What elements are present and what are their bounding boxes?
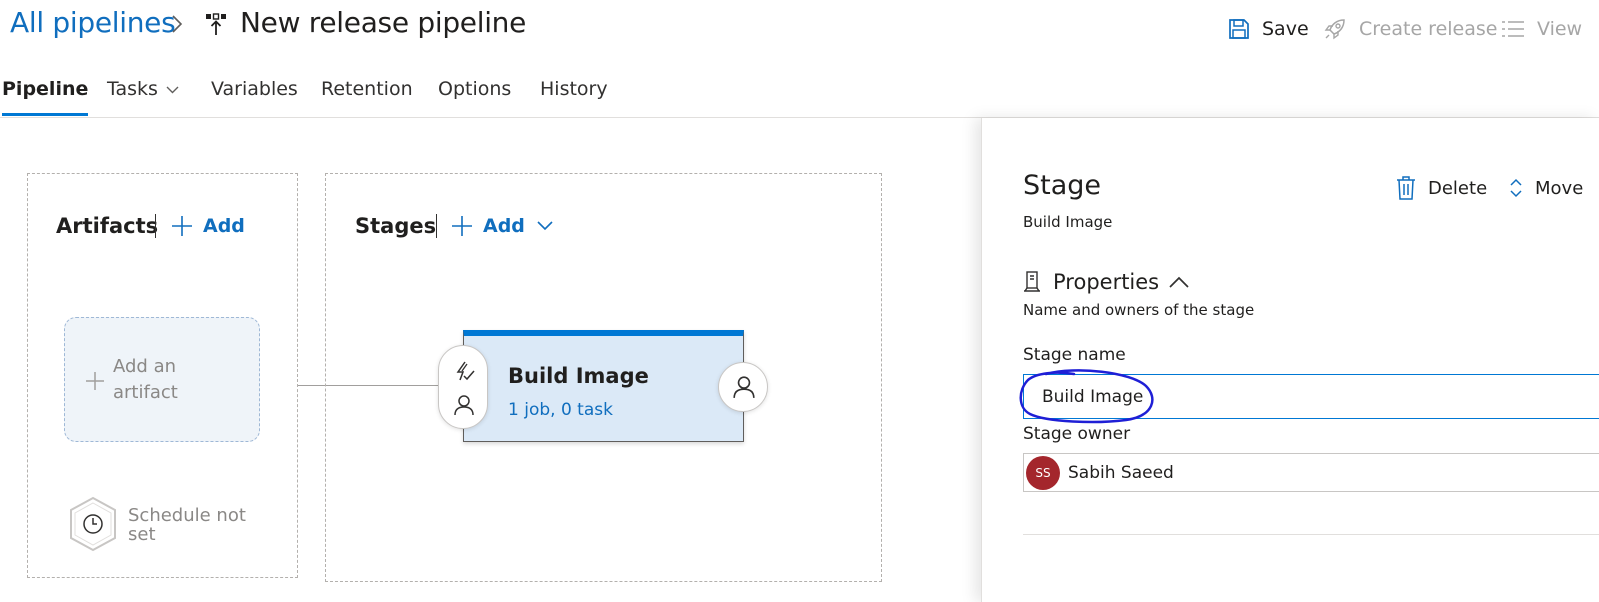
tab-pipeline-label: Pipeline [2, 78, 89, 100]
properties-section-toggle[interactable]: Properties [1023, 268, 1189, 296]
stage-owner-label: Stage owner [1023, 424, 1131, 444]
breadcrumb-all-pipelines[interactable]: All pipelines [10, 6, 176, 39]
stage-name-label: Stage name [1023, 345, 1126, 365]
tab-history[interactable]: History [540, 78, 608, 116]
owner-name: Sabih Saeed [1068, 462, 1174, 483]
tab-variables-label: Variables [211, 78, 298, 100]
up-down-icon [1510, 178, 1522, 198]
pre-deployment-conditions[interactable] [438, 345, 488, 429]
list-icon [1502, 21, 1524, 37]
tab-retention-label: Retention [321, 78, 413, 100]
view-releases-label: View [1537, 18, 1583, 40]
panel-title: Stage [1023, 170, 1102, 201]
page-title: New release pipeline [240, 6, 527, 39]
tab-retention[interactable]: Retention [321, 78, 413, 116]
tab-tasks[interactable]: Tasks [107, 78, 179, 116]
save-button[interactable]: Save [1228, 14, 1309, 44]
add-artifact-card[interactable]: Add an artifact [64, 317, 260, 442]
stage-properties-panel: Stage Build Image Delete Move Properties… [981, 118, 1599, 602]
chevron-down-icon [537, 221, 553, 231]
tab-variables[interactable]: Variables [211, 78, 298, 116]
view-releases-button[interactable]: View [1501, 14, 1582, 44]
panel-subtitle: Build Image [1023, 213, 1113, 231]
plus-icon [86, 372, 104, 390]
add-stage-link[interactable]: Add [451, 212, 553, 240]
properties-description: Name and owners of the stage [1023, 301, 1255, 319]
add-artifact-text: Add an artifact [113, 356, 178, 403]
trash-icon [1397, 176, 1415, 200]
create-release-button[interactable]: Create release [1323, 14, 1497, 44]
create-release-label: Create release [1359, 18, 1498, 40]
person-icon [733, 376, 755, 398]
artifacts-section: Artifacts Add Add an artifact Schedule n… [27, 173, 298, 578]
plus-icon [172, 216, 192, 236]
schedule-status[interactable]: Schedule not set [128, 506, 248, 544]
save-label: Save [1262, 18, 1309, 40]
lightning-check-icon [456, 361, 475, 381]
move-button[interactable]: Move [1509, 175, 1583, 201]
chevron-right-icon [172, 15, 183, 33]
pipeline-tabs: Pipeline Tasks Variables Retention Optio… [0, 70, 1599, 118]
stages-title: Stages [355, 214, 437, 238]
tab-options-label: Options [438, 78, 512, 100]
properties-heading: Properties [1053, 270, 1160, 294]
tab-pipeline[interactable]: Pipeline [2, 78, 89, 116]
avatar: SS [1026, 455, 1060, 490]
tab-options[interactable]: Options [438, 78, 511, 116]
artifacts-title: Artifacts [56, 214, 159, 238]
delete-label: Delete [1428, 177, 1488, 199]
clock-icon[interactable] [68, 496, 118, 552]
tab-history-label: History [540, 78, 608, 100]
save-icon [1229, 19, 1249, 39]
delete-button[interactable]: Delete [1396, 175, 1487, 201]
add-artifact-link[interactable]: Add [171, 212, 245, 240]
chevron-down-icon [166, 86, 179, 93]
chevron-up-icon [1169, 276, 1189, 288]
stages-divider [436, 214, 437, 238]
add-stage-label: Add [483, 215, 525, 237]
stage-card-summary[interactable]: 1 job, 0 task [508, 400, 613, 420]
tab-tasks-label: Tasks [107, 78, 158, 100]
rocket-icon [1324, 19, 1345, 40]
person-icon [454, 395, 474, 416]
page-header: All pipelines New release pipeline Save … [0, 0, 1599, 60]
stage-owner-picker[interactable]: SS Sabih Saeed [1023, 453, 1599, 492]
plus-icon [452, 216, 472, 236]
pipeline-icon [206, 13, 226, 35]
panel-divider [1023, 534, 1599, 535]
stage-name-input[interactable] [1023, 374, 1599, 419]
stage-card[interactable]: Build Image 1 job, 0 task [463, 330, 744, 442]
artifacts-divider [155, 214, 156, 238]
post-deployment-conditions[interactable] [718, 362, 768, 412]
move-label: Move [1535, 177, 1584, 199]
add-artifact-label: Add [203, 215, 245, 237]
properties-icon [1024, 271, 1040, 292]
stage-card-title: Build Image [508, 364, 649, 388]
